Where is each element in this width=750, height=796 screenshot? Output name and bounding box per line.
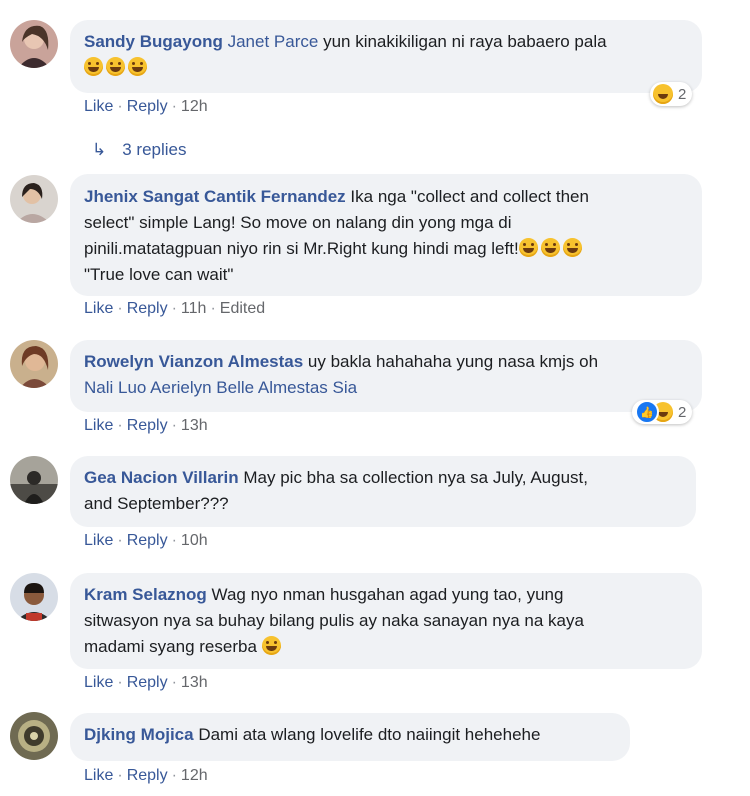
comment-text-line: sitwasyon nya sa buhay bilang pulis ay n…: [84, 611, 584, 630]
comment-author[interactable]: Sandy Bugayong: [84, 32, 223, 51]
grinning-squinting-emoji: [128, 57, 147, 76]
like-button[interactable]: Like: [84, 674, 113, 691]
edited-label[interactable]: Edited: [220, 300, 265, 317]
reply-button[interactable]: Reply: [127, 300, 168, 317]
like-button[interactable]: Like: [84, 417, 113, 434]
reaction-count: 2: [678, 403, 687, 421]
comment-actions: Like · Reply · 11h · Edited: [84, 300, 266, 317]
replies-label[interactable]: 3 replies: [122, 140, 186, 160]
haha-icon: [653, 84, 673, 104]
comment-bubble: Rowelyn Vianzon Almestas uy bakla hahaha…: [70, 340, 702, 412]
timestamp[interactable]: 11h: [181, 300, 207, 317]
comment-author[interactable]: Gea Nacion Villarin: [84, 468, 239, 487]
like-button[interactable]: Like: [84, 98, 113, 115]
reply-button[interactable]: Reply: [127, 674, 168, 691]
timestamp[interactable]: 13h: [181, 417, 208, 434]
comment-author[interactable]: Rowelyn Vianzon Almestas: [84, 352, 303, 371]
reply-button[interactable]: Reply: [127, 98, 168, 115]
grinning-squinting-emoji: [106, 57, 125, 76]
timestamp[interactable]: 12h: [181, 767, 208, 784]
grinning-emoji: [540, 238, 560, 257]
grinning-squinting-emoji: [84, 57, 103, 76]
reply-arrow-icon: ↳: [92, 140, 107, 159]
comment-text: Dami ata wlang lovelife dto naiingit heh…: [198, 725, 541, 744]
comment-author[interactable]: Kram Selaznog: [84, 585, 207, 604]
comment-actions: Like · Reply · 10h: [84, 532, 208, 549]
like-button[interactable]: Like: [84, 300, 113, 317]
like-button[interactable]: Like: [84, 532, 113, 549]
grinning-emoji: [518, 238, 538, 257]
avatar[interactable]: [10, 573, 58, 621]
comment-actions: Like · Reply · 13h: [84, 417, 208, 434]
grinning-squinting-emoji-row: [84, 57, 150, 77]
comment-bubble: Djking Mojica Dami ata wlang lovelife dt…: [70, 713, 630, 761]
comment-text: uy bakla hahahaha yung nasa kmjs oh: [307, 352, 599, 371]
reply-button[interactable]: Reply: [127, 532, 168, 549]
avatar[interactable]: [10, 175, 58, 223]
avatar[interactable]: [10, 340, 58, 388]
comment-text-line: madami syang reserba: [84, 637, 257, 656]
reply-button[interactable]: Reply: [127, 767, 168, 784]
like-icon: 👍: [635, 400, 659, 424]
comment-actions: Like · Reply · 12h: [84, 98, 208, 115]
avatar[interactable]: [10, 712, 58, 760]
comment-actions: Like · Reply · 12h: [84, 767, 208, 784]
comment-text: yun kinakikiligan ni raya babaero pala: [323, 32, 607, 51]
mention-link[interactable]: Nali Luo Aerielyn Belle Almestas Sia: [84, 378, 357, 397]
view-replies-link[interactable]: ↳ 3 replies: [92, 140, 187, 160]
comment-text-line: pinili.matatagpuan niyo rin si Mr.Right …: [84, 239, 519, 258]
comment-text-line: and September???: [84, 494, 229, 513]
like-button[interactable]: Like: [84, 767, 113, 784]
reaction-summary[interactable]: 2: [650, 82, 693, 106]
reply-button[interactable]: Reply: [127, 417, 168, 434]
avatar[interactable]: [10, 456, 58, 504]
comment-text-line: Ika nga "collect and collect then: [350, 187, 589, 206]
reaction-summary[interactable]: 👍 2: [632, 400, 693, 424]
comment-bubble: Sandy Bugayong Janet Parce yun kinakikil…: [70, 20, 702, 93]
avatar[interactable]: [10, 20, 58, 68]
timestamp[interactable]: 13h: [181, 674, 208, 691]
comment-author[interactable]: Jhenix Sangat Cantik Fernandez: [84, 187, 346, 206]
comment-bubble: Jhenix Sangat Cantik Fernandez Ika nga "…: [70, 174, 702, 296]
comment-text-line: May pic bha sa collection nya sa July, A…: [243, 468, 588, 487]
comment-text-line: select" simple Lang! So move on nalang d…: [84, 213, 512, 232]
comment-text-line: Wag nyo nman husgahan agad yung tao, yun…: [211, 585, 564, 604]
comment-author[interactable]: Djking Mojica: [84, 725, 194, 744]
comment-text-line: "True love can wait": [84, 265, 234, 284]
mention-link[interactable]: Janet Parce: [228, 32, 319, 51]
timestamp[interactable]: 12h: [181, 98, 208, 115]
grinning-squinting-emoji: [261, 636, 281, 655]
timestamp[interactable]: 10h: [181, 532, 208, 549]
comment-actions: Like · Reply · 13h: [84, 674, 208, 691]
comment-bubble: Gea Nacion Villarin May pic bha sa colle…: [70, 456, 696, 527]
reaction-count: 2: [678, 85, 687, 103]
comment-bubble: Kram Selaznog Wag nyo nman husgahan agad…: [70, 573, 702, 669]
grinning-emoji: [562, 238, 582, 257]
